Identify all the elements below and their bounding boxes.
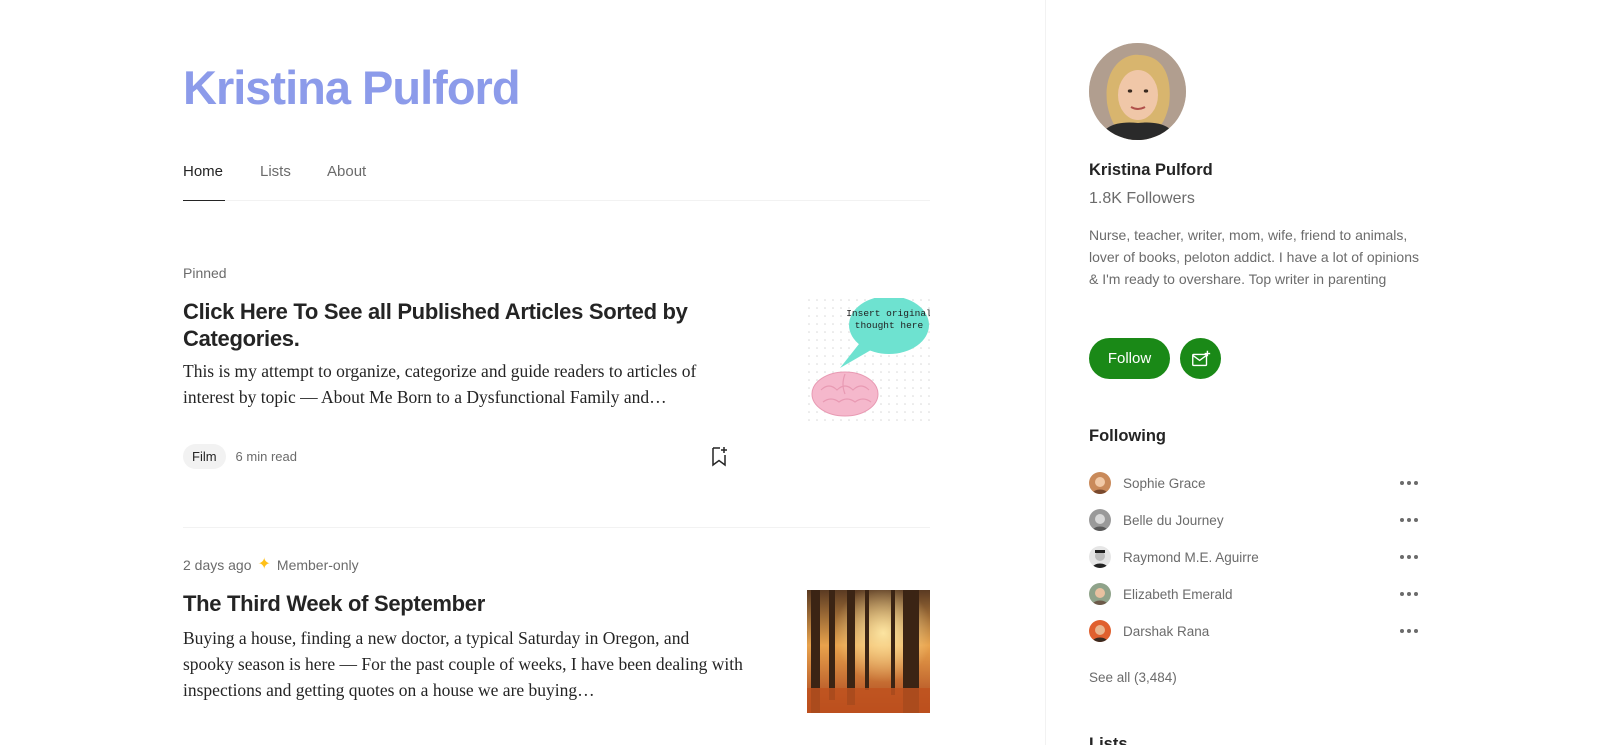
more-options-icon[interactable] (1399, 621, 1419, 641)
profile-bio: Nurse, teacher, writer, mom, wife, frien… (1089, 227, 1419, 287)
subscribe-email-button[interactable] (1180, 338, 1221, 379)
article-title[interactable]: Click Here To See all Published Articles… (183, 298, 703, 352)
article-divider (183, 527, 930, 528)
more-options-icon[interactable] (1399, 510, 1419, 530)
read-time: 6 min read (235, 448, 297, 464)
profile-sidebar: Kristina Pulford 1.8K Followers Nurse, t… (1046, 0, 1600, 745)
article-title[interactable]: The Third Week of September (183, 590, 703, 617)
page-title[interactable]: Kristina Pulford (183, 60, 521, 116)
avatar (1089, 472, 1111, 494)
lists-heading: Lists (1089, 735, 1128, 745)
following-heading: Following (1089, 427, 1166, 445)
tab-about[interactable]: About (327, 162, 366, 182)
following-item[interactable]: Darshak Rana (1089, 618, 1419, 644)
follow-button[interactable]: Follow (1089, 338, 1170, 379)
article-card-pinned[interactable]: Pinned Click Here To See all Published A… (183, 263, 930, 483)
article-footer: Film 6 min read (183, 441, 731, 471)
following-name[interactable]: Sophie Grace (1123, 476, 1206, 491)
more-options-icon[interactable] (1399, 473, 1419, 493)
article-thumbnail[interactable]: Insert original thought here (807, 298, 930, 421)
profile-tabs: Home Lists About (183, 150, 930, 201)
more-options-icon[interactable] (1399, 584, 1419, 604)
avatar[interactable] (1089, 43, 1186, 140)
member-star-icon: ✦ (257, 556, 271, 573)
following-name[interactable]: Raymond M.E. Aguirre (1123, 550, 1259, 565)
following-name[interactable]: Darshak Rana (1123, 624, 1209, 639)
profile-name[interactable]: Kristina Pulford (1089, 159, 1213, 181)
avatar (1089, 583, 1111, 605)
see-all-link[interactable]: See all (3,484) (1089, 670, 1177, 685)
active-tab-indicator (183, 200, 225, 201)
tab-home[interactable]: Home (183, 162, 223, 182)
article-thumbnail[interactable] (807, 590, 930, 713)
main-column: Kristina Pulford Home Lists About Pinned… (0, 0, 1045, 745)
pinned-label: Pinned (183, 265, 227, 281)
following-item[interactable]: Sophie Grace (1089, 470, 1419, 496)
topic-tag[interactable]: Film (183, 443, 226, 469)
article-meta: 2 days ago ✦ Member-only (183, 555, 930, 575)
avatar (1089, 509, 1111, 531)
mail-plus-icon (1191, 350, 1210, 366)
avatar (1089, 546, 1111, 568)
article-card[interactable]: 2 days ago ✦ Member-only The Third Week … (183, 555, 930, 745)
avatar (1089, 620, 1111, 642)
publish-date: 2 days ago (183, 557, 252, 573)
following-item[interactable]: Belle du Journey (1089, 507, 1419, 533)
thumbnail-caption: Insert original thought here (846, 308, 930, 331)
tab-lists[interactable]: Lists (260, 162, 291, 182)
article-subtitle[interactable]: This is my attempt to organize, categori… (183, 358, 743, 410)
following-name[interactable]: Belle du Journey (1123, 513, 1224, 528)
followers-count[interactable]: 1.8K Followers (1089, 188, 1195, 210)
following-item[interactable]: Elizabeth Emerald (1089, 581, 1419, 607)
article-subtitle[interactable]: Buying a house, finding a new doctor, a … (183, 625, 743, 703)
more-options-icon[interactable] (1399, 547, 1419, 567)
following-name[interactable]: Elizabeth Emerald (1123, 587, 1233, 602)
member-only-label: Member-only (276, 557, 359, 573)
bookmark-icon[interactable] (707, 444, 731, 468)
following-item[interactable]: Raymond M.E. Aguirre (1089, 544, 1419, 570)
